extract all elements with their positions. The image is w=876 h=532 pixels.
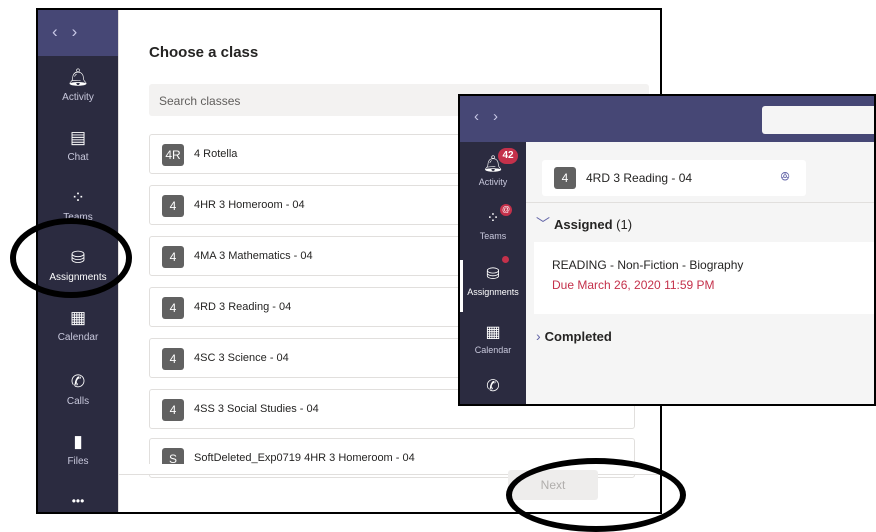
- rail-item-calendar[interactable]: ▦ Calendar: [38, 308, 118, 343]
- chevron-right-icon: ›: [536, 328, 541, 344]
- class-name: 4RD 3 Reading - 04: [194, 301, 292, 313]
- class-avatar: 4R: [162, 144, 184, 166]
- rail-item-files[interactable]: ▮ Files: [38, 432, 118, 467]
- class-name: 4SS 3 Social Studies - 04: [194, 403, 319, 415]
- notification-badge: 42: [498, 148, 518, 164]
- rail-item-assignments[interactable]: ⛁ Assignments: [460, 266, 526, 297]
- chat-icon: ▤: [69, 128, 87, 147]
- bell-icon: 🔔︎: [67, 68, 89, 87]
- highlight-circle: [10, 218, 132, 298]
- rail-item-calls[interactable]: ✆ Calls: [38, 372, 118, 407]
- class-name: SoftDeleted_Exp0719 4HR 3 Homeroom - 04: [194, 452, 415, 464]
- class-avatar: 4: [162, 399, 184, 421]
- teams-icon: ⁘: [486, 210, 500, 227]
- backpack-icon: ⛁: [486, 266, 500, 283]
- class-name: 4RD 3 Reading - 04: [586, 171, 693, 185]
- class-header[interactable]: 4 4RD 3 Reading - 04 ꔮ: [542, 160, 806, 196]
- chevron-down-icon: ﹀: [536, 216, 550, 232]
- assignment-title: READING - Non-Fiction - Biography: [552, 258, 744, 272]
- highlight-circle: [506, 458, 686, 532]
- back-button[interactable]: ‹: [52, 22, 72, 41]
- class-avatar: 4: [162, 246, 184, 268]
- people-icon[interactable]: ꔮ: [780, 169, 790, 185]
- back-button[interactable]: ‹: [474, 108, 493, 125]
- more-apps-button[interactable]: •••: [38, 494, 118, 508]
- class-name: 4HR 3 Homeroom - 04: [194, 199, 305, 211]
- forward-button[interactable]: ›: [72, 22, 92, 41]
- teams-icon: ⁘: [70, 188, 86, 207]
- rail-item-teams[interactable]: ⁘ Teams: [460, 210, 526, 241]
- mention-badge: @: [500, 204, 512, 216]
- notification-dot: [502, 256, 509, 263]
- divider: [526, 202, 874, 203]
- class-name: 4 Rotella: [194, 148, 238, 160]
- class-avatar: 4: [162, 348, 184, 370]
- class-avatar: 4: [554, 167, 576, 189]
- class-avatar: 4: [162, 297, 184, 319]
- assignments-pane: 4 4RD 3 Reading - 04 ꔮ ﹀ Assigned (1) REA…: [526, 142, 874, 404]
- search-bar[interactable]: [762, 106, 874, 134]
- class-name: 4MA 3 Mathematics - 04: [194, 250, 313, 262]
- class-name: 4SC 3 Science - 04: [194, 352, 289, 364]
- rail-item-chat[interactable]: ▤ Chat: [38, 128, 118, 163]
- forward-button[interactable]: ›: [493, 108, 512, 125]
- phone-icon: ✆: [486, 378, 500, 395]
- assignment-card[interactable]: READING - Non-Fiction - Biography Due Ma…: [534, 242, 874, 314]
- class-avatar: 4: [162, 195, 184, 217]
- more-icon: •••: [71, 494, 85, 508]
- phone-icon: ✆: [70, 372, 86, 391]
- rail-item-calendar[interactable]: ▦ Calendar: [460, 324, 526, 355]
- rail-item-activity[interactable]: 🔔︎ Activity: [38, 68, 118, 103]
- calendar-icon: ▦: [485, 324, 501, 341]
- dialog-title: Choose a class: [149, 44, 259, 61]
- calendar-icon: ▦: [69, 308, 87, 327]
- due-date: Due March 26, 2020 11:59 PM: [552, 278, 715, 292]
- completed-section-toggle[interactable]: › Completed: [536, 328, 612, 344]
- assignments-preview-window: ‹› 🔔︎ Activity ⁘ Teams ⛁ Assignments ▦ C…: [458, 94, 876, 406]
- file-icon: ▮: [73, 432, 83, 451]
- assigned-section-toggle[interactable]: ﹀ Assigned (1): [536, 214, 632, 234]
- rail-item-calls[interactable]: ✆: [460, 378, 526, 399]
- app-rail: 🔔︎ Activity ⁘ Teams ⛁ Assignments ▦ Cale…: [460, 142, 526, 404]
